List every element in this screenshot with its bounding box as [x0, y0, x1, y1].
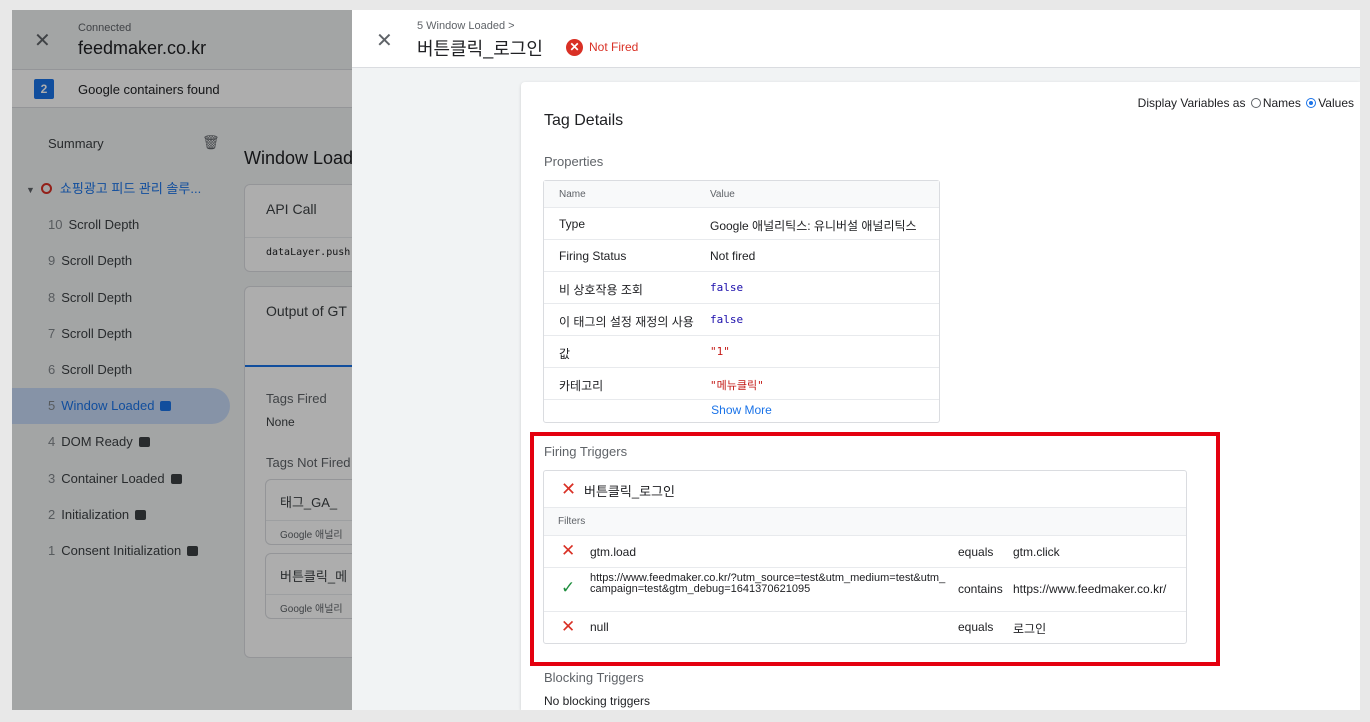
trigger-card: ✕ 버튼클릭_로그인 Filters ✕ gtm.load equals gtm… [543, 470, 1187, 644]
filter-variable-value: https://www.feedmaker.co.kr/?utm_source=… [590, 572, 946, 595]
column-header: Name [559, 189, 586, 200]
filter-target: 로그인 [1013, 622, 1047, 636]
fail-icon: ✕ [561, 541, 576, 560]
properties-label: Properties [544, 154, 604, 169]
check-icon: ✓ [561, 578, 576, 597]
property-name: 카테고리 [559, 379, 604, 393]
fail-icon: ✕ [561, 617, 576, 636]
values-label[interactable]: Values [1318, 96, 1354, 110]
filters-label: Filters [558, 516, 586, 527]
filter-operator: equals [958, 545, 994, 559]
table-row: 카테고리 "메뉴클릭" [544, 368, 939, 400]
table-row: Firing Status Not fired [544, 240, 939, 272]
table-row: 값 "1" [544, 336, 939, 368]
status-badge: Not Fired [589, 40, 639, 54]
property-name: 이 태그의 설정 재정의 사용 [559, 315, 694, 329]
filters-header: Filters [544, 508, 1186, 536]
tag-detail-panel: ✕ 5 Window Loaded > 버튼클릭_로그인 ✕ Not Fired… [352, 10, 1360, 710]
table-row: Type Google 애널리틱스: 유니버설 애널리틱스 [544, 208, 939, 240]
column-header: Value [710, 189, 735, 200]
property-name: 비 상호작용 조회 [559, 283, 643, 297]
page-title: 버튼클릭_로그인 [417, 39, 543, 59]
table-row: 이 태그의 설정 재정의 사용 false [544, 304, 939, 336]
firing-triggers-label: Firing Triggers [544, 444, 628, 459]
screenshot-frame: ✕ Connected feedmaker.co.kr 2 Google con… [12, 10, 1360, 710]
table-header: Name Value [544, 181, 939, 208]
property-value: false [710, 281, 744, 294]
tag-details-card: Display Variables as Names Values Tag De… [521, 82, 1360, 710]
filter-row: ✕ null equals 로그인 [544, 612, 1186, 643]
filter-target: https://www.feedmaker.co.kr/ [1013, 582, 1167, 596]
section-title: Tag Details [544, 112, 624, 129]
display-vars-label: Display Variables as [1137, 96, 1246, 110]
property-value: false [710, 313, 744, 326]
trigger-header[interactable]: ✕ 버튼클릭_로그인 [544, 471, 1186, 508]
properties-table: Name Value Type Google 애널리틱스: 유니버설 애널리틱스… [543, 180, 940, 423]
filter-operator: equals [958, 620, 994, 634]
filter-row: ✕ gtm.load equals gtm.click [544, 536, 1186, 568]
fail-icon: ✕ [561, 479, 577, 499]
show-more-link[interactable]: Show More [544, 400, 939, 422]
panel-header: ✕ 5 Window Loaded > 버튼클릭_로그인 ✕ Not Fired [352, 10, 1360, 68]
close-icon[interactable]: ✕ [376, 28, 393, 53]
filter-variable-value: gtm.load [590, 545, 637, 559]
breadcrumb[interactable]: 5 Window Loaded > [417, 20, 515, 32]
property-value: "1" [710, 345, 730, 358]
modal-scrim[interactable] [12, 10, 352, 710]
trigger-name: 버튼클릭_로그인 [584, 484, 675, 499]
blocking-triggers-label: Blocking Triggers [544, 670, 644, 685]
property-value: Google 애널리틱스: 유니버설 애널리틱스 [710, 219, 917, 233]
filter-variable-value: null [590, 620, 609, 634]
property-value: Not fired [710, 249, 756, 263]
left-sidebar: ✕ Connected feedmaker.co.kr 2 Google con… [12, 10, 352, 710]
names-label[interactable]: Names [1263, 96, 1301, 110]
names-radio[interactable] [1250, 98, 1261, 108]
property-value: "메뉴클릭" [710, 379, 764, 392]
filter-operator: contains [958, 582, 1003, 596]
property-name: Type [559, 217, 586, 231]
values-radio[interactable] [1306, 98, 1317, 108]
display-variables-toggle: Display Variables as Names Values [1138, 96, 1354, 110]
table-row: 비 상호작용 조회 false [544, 272, 939, 304]
property-name: Firing Status [559, 249, 627, 263]
error-icon: ✕ [566, 39, 583, 56]
filter-row: ✓ https://www.feedmaker.co.kr/?utm_sourc… [544, 568, 1186, 612]
filter-target: gtm.click [1013, 545, 1060, 559]
property-name: 값 [559, 347, 571, 361]
blocking-triggers-value: No blocking triggers [544, 694, 651, 708]
